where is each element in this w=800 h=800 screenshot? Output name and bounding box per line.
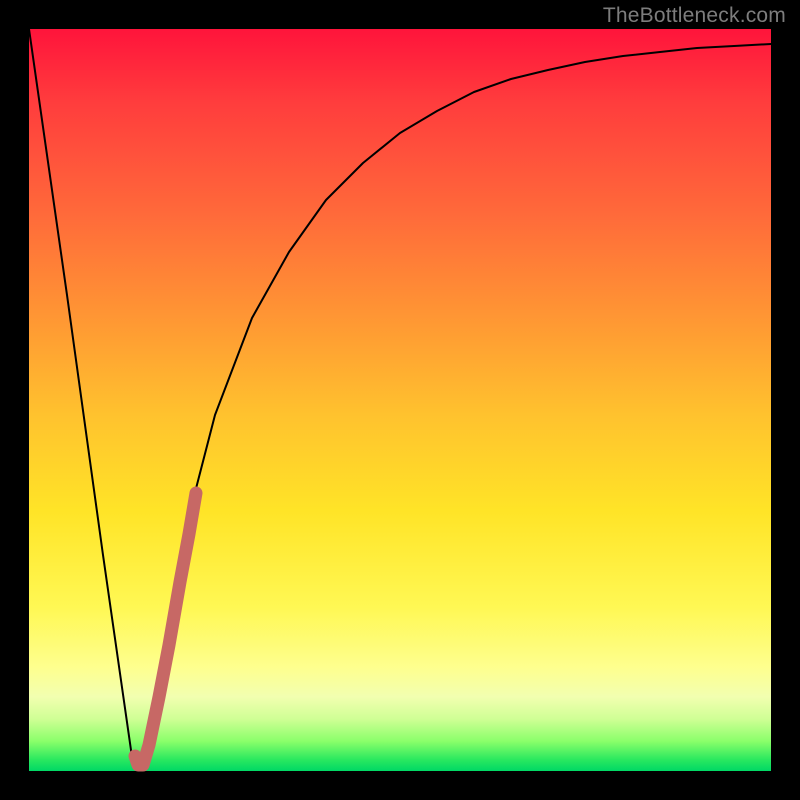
- highlight-segment: [135, 493, 196, 765]
- watermark-text: TheBottleneck.com: [603, 4, 786, 28]
- chart-svg: [29, 29, 771, 771]
- bottleneck-curve: [29, 29, 771, 771]
- chart-frame: TheBottleneck.com: [0, 0, 800, 800]
